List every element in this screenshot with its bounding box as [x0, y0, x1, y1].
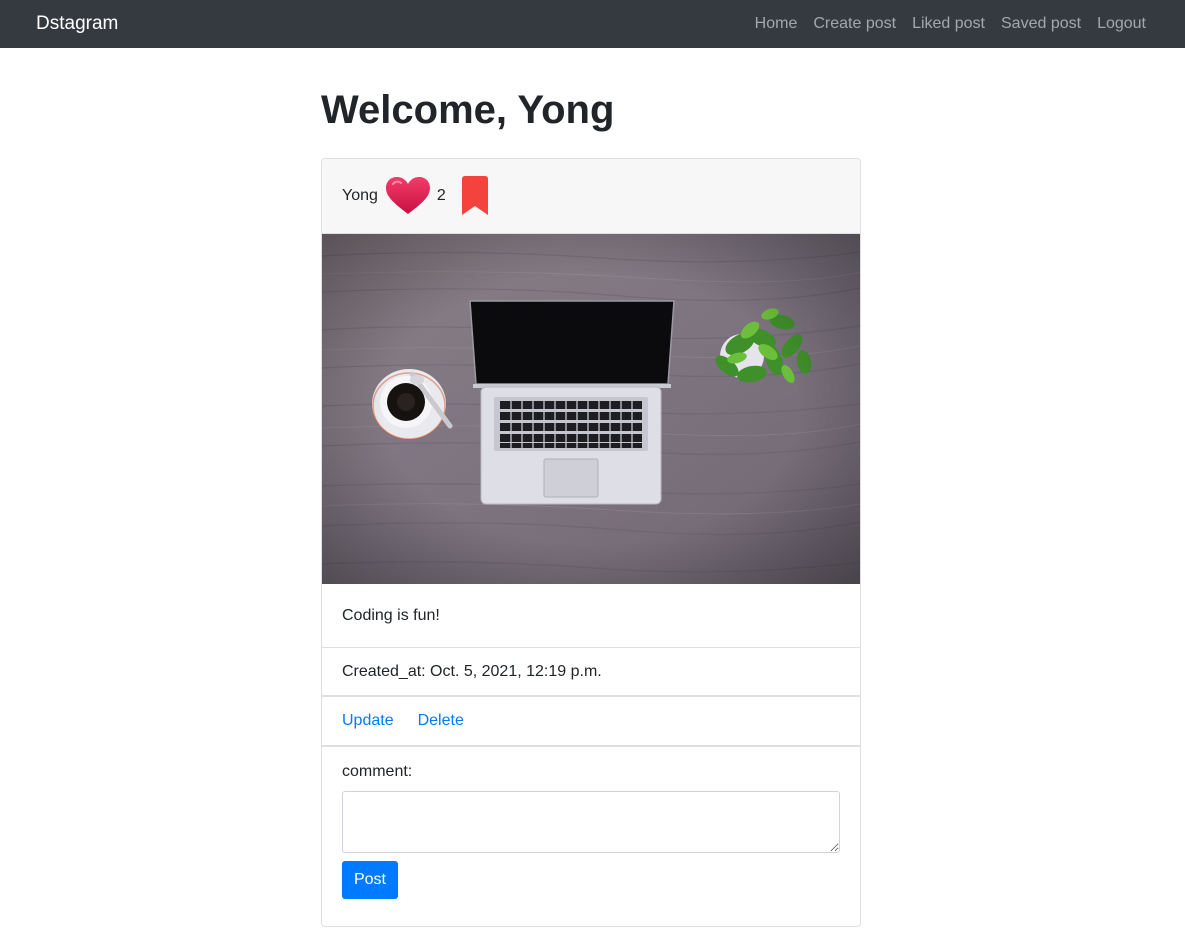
- main-container: Welcome, Yong Yong 2 Coding is fun! Crea…: [321, 48, 861, 927]
- navbar: Dstagram Home Create post Liked post Sav…: [0, 0, 1185, 48]
- post-caption: Coding is fun!: [322, 584, 860, 648]
- post-created-at-text: Created_at: Oct. 5, 2021, 12:19 p.m.: [342, 662, 602, 680]
- delete-link[interactable]: Delete: [418, 712, 464, 730]
- bookmark-icon[interactable]: [460, 175, 490, 217]
- comment-input[interactable]: [342, 791, 840, 853]
- post-caption-text: Coding is fun!: [342, 606, 440, 624]
- post-created-at: Created_at: Oct. 5, 2021, 12:19 p.m.: [322, 648, 860, 697]
- update-link[interactable]: Update: [342, 712, 394, 730]
- nav-logout-link[interactable]: Logout: [1097, 15, 1146, 33]
- post-image: [322, 234, 860, 584]
- brand-logo[interactable]: Dstagram: [36, 13, 118, 35]
- nav-links: Home Create post Liked post Saved post L…: [755, 15, 1146, 33]
- post-author: Yong: [342, 187, 378, 204]
- post-header: Yong 2: [322, 159, 860, 234]
- nav-liked-post-link[interactable]: Liked post: [912, 15, 985, 33]
- post-comment-button[interactable]: Post: [342, 861, 398, 899]
- page-title: Welcome, Yong: [321, 88, 615, 132]
- nav-saved-post-link[interactable]: Saved post: [1001, 15, 1081, 33]
- post-card: Yong 2 Coding is fun! Created_at: Oct. 5…: [321, 158, 861, 927]
- nav-home-link[interactable]: Home: [755, 15, 798, 33]
- nav-create-post-link[interactable]: Create post: [813, 15, 896, 33]
- like-count: 2: [436, 187, 446, 204]
- comment-form: comment: Post: [322, 747, 860, 926]
- post-actions: Update Delete: [322, 697, 860, 747]
- comment-label: comment:: [342, 763, 413, 780]
- heart-icon[interactable]: [385, 176, 431, 216]
